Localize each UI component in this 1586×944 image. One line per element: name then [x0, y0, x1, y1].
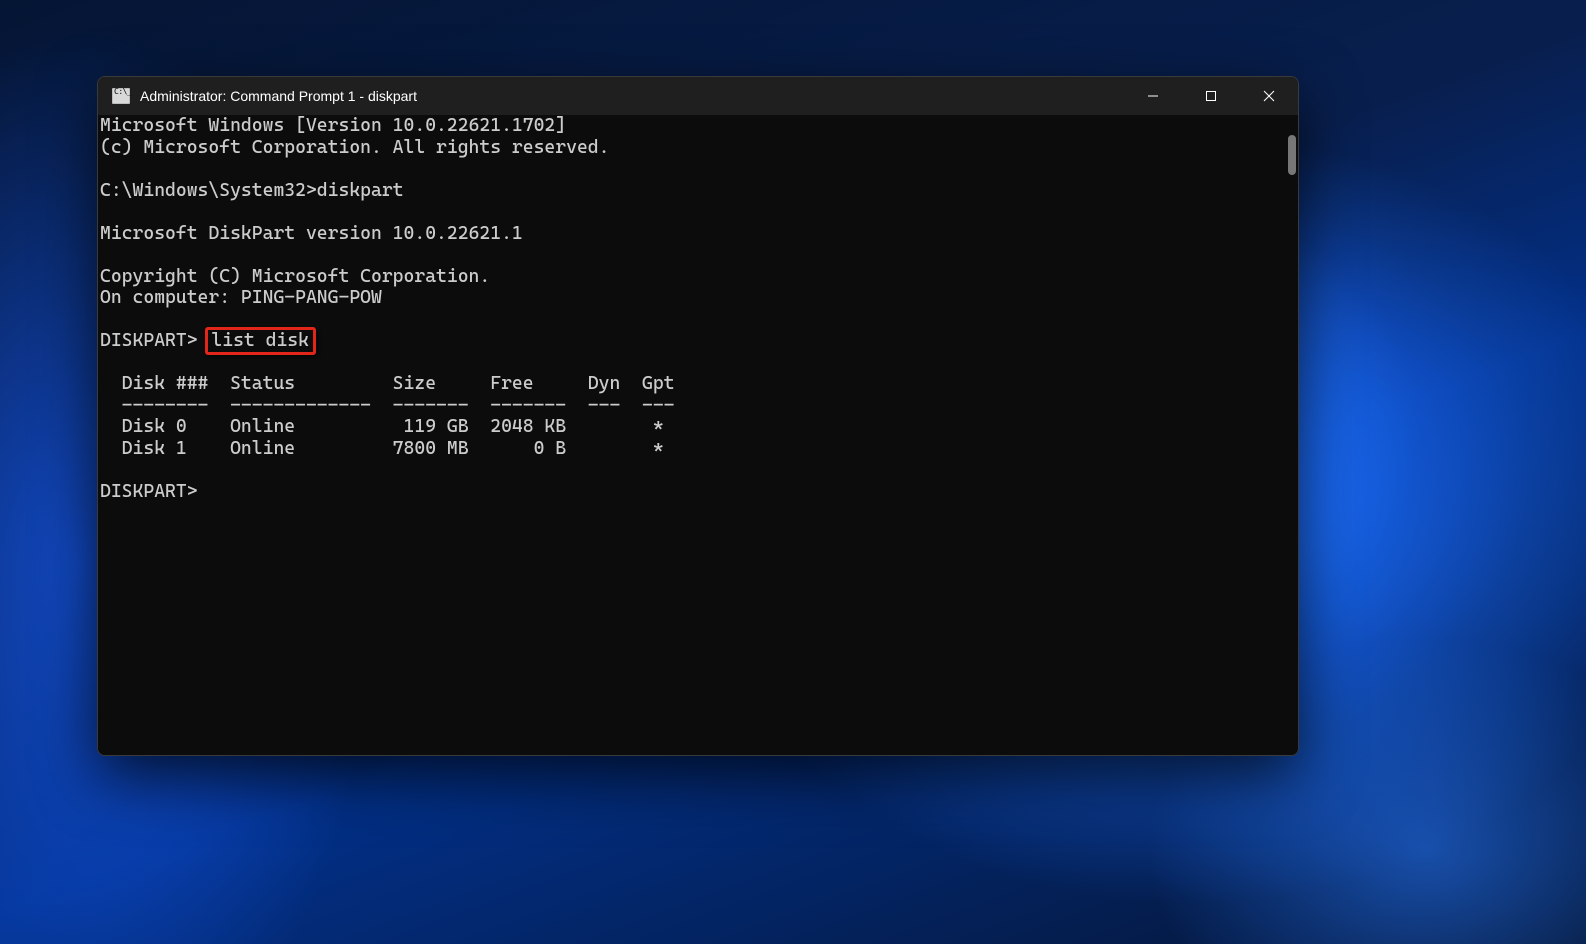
- maximize-button[interactable]: [1182, 77, 1240, 115]
- minimize-button[interactable]: [1124, 77, 1182, 115]
- disk-table-header: Disk ### Status Size Free Dyn Gpt: [100, 373, 675, 394]
- banner-line-2: (c) Microsoft Corporation. All rights re…: [100, 137, 609, 158]
- disk-table-divider: -------- ------------- ------- ------- -…: [100, 395, 675, 416]
- disk-table-row-0: Disk 0 Online 119 GB 2048 KB *: [100, 416, 664, 437]
- diskpart-banner: Microsoft DiskPart version 10.0.22621.1: [100, 223, 523, 244]
- close-button[interactable]: [1240, 77, 1298, 115]
- diskpart-prompt-1: DISKPART>: [100, 330, 198, 351]
- minimize-icon: [1147, 90, 1159, 102]
- disk-table-row-1: Disk 1 Online 7800 MB 0 B *: [100, 438, 664, 459]
- shell-prompt-1: C:\Windows\System32>: [100, 180, 317, 201]
- window-titlebar[interactable]: Administrator: Command Prompt 1 - diskpa…: [98, 77, 1298, 115]
- scrollbar-track[interactable]: [1284, 115, 1298, 755]
- diskpart-prompt-2: DISKPART>: [100, 481, 198, 502]
- terminal-output[interactable]: Microsoft Windows [Version 10.0.22621.17…: [98, 115, 1298, 755]
- window-title: Administrator: Command Prompt 1 - diskpa…: [140, 88, 417, 104]
- cmd-icon: [112, 88, 130, 104]
- computer-line-prefix: On computer:: [100, 287, 241, 308]
- shell-command-1: diskpart: [317, 180, 404, 201]
- computer-name: PING-PANG-POW: [241, 287, 382, 308]
- highlighted-command: list disk: [205, 327, 316, 355]
- banner-line-1: Microsoft Windows [Version 10.0.22621.17…: [100, 115, 566, 136]
- close-icon: [1263, 90, 1275, 102]
- maximize-icon: [1205, 90, 1217, 102]
- scrollbar-thumb[interactable]: [1288, 135, 1296, 175]
- diskpart-command: list disk: [211, 330, 309, 351]
- command-prompt-window: Administrator: Command Prompt 1 - diskpa…: [97, 76, 1299, 756]
- diskpart-copyright: Copyright (C) Microsoft Corporation.: [100, 266, 490, 287]
- window-controls: [1124, 77, 1298, 115]
